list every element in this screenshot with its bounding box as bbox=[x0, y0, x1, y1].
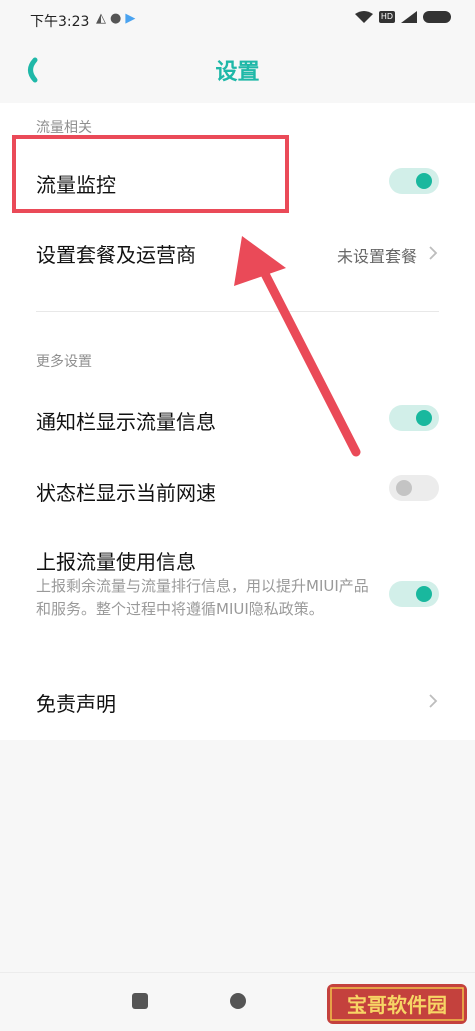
wifi-icon bbox=[354, 11, 373, 23]
section-title-traffic: 流量相关 bbox=[36, 120, 92, 136]
toggle-knob bbox=[416, 586, 432, 602]
plan-carrier-label: 设置套餐及运营商 bbox=[36, 243, 196, 267]
toggle-knob bbox=[416, 173, 432, 189]
notification-icon: ◭ bbox=[96, 11, 110, 26]
report-usage-toggle[interactable] bbox=[389, 581, 439, 607]
battery-icon bbox=[423, 11, 451, 23]
title-bar: 设置 bbox=[0, 40, 475, 100]
status-bar: 下午3:23 ◭●▶ HD bbox=[0, 0, 475, 40]
report-usage-label: 上报流量使用信息 bbox=[36, 550, 196, 574]
signal-icon bbox=[401, 11, 417, 23]
section-divider bbox=[36, 311, 439, 312]
notify-bar-traffic-toggle[interactable] bbox=[389, 405, 439, 431]
notify-bar-traffic-label: 通知栏显示流量信息 bbox=[36, 410, 216, 434]
report-usage-description: 上报剩余流量与流量排行信息，用以提升MIUI产品和服务。整个过程中将遵循MIUI… bbox=[36, 577, 369, 618]
hd-badge: HD bbox=[378, 11, 395, 23]
plan-carrier-value: 未设置套餐 bbox=[336, 247, 417, 266]
watermark-logo: 宝哥软件园 bbox=[327, 984, 467, 1024]
chevron-right-icon bbox=[429, 694, 438, 708]
disclaimer-label: 免责声明 bbox=[36, 692, 116, 716]
status-bar-speed-toggle[interactable] bbox=[389, 475, 439, 501]
highlight-box bbox=[12, 135, 289, 213]
bear-icon: ● bbox=[110, 11, 126, 26]
watermark-text: 宝哥软件园 bbox=[347, 993, 447, 1017]
recent-apps-button[interactable] bbox=[132, 993, 148, 1009]
home-button[interactable] bbox=[230, 993, 246, 1009]
page-title: 设置 bbox=[215, 60, 260, 85]
chevron-right-icon bbox=[429, 246, 438, 260]
toggle-knob bbox=[396, 480, 412, 496]
status-notification-icons: ◭●▶ bbox=[96, 11, 139, 26]
play-icon: ▶ bbox=[125, 11, 140, 26]
status-time: 下午3:23 bbox=[30, 14, 90, 30]
status-bar-speed-label: 状态栏显示当前网速 bbox=[36, 481, 216, 505]
section-title-more: 更多设置 bbox=[36, 354, 92, 370]
traffic-monitor-toggle[interactable] bbox=[389, 168, 439, 194]
toggle-knob bbox=[416, 410, 432, 426]
watermark: 宝哥软件园 bbox=[327, 984, 467, 1024]
status-right-icons: HD bbox=[354, 11, 451, 23]
